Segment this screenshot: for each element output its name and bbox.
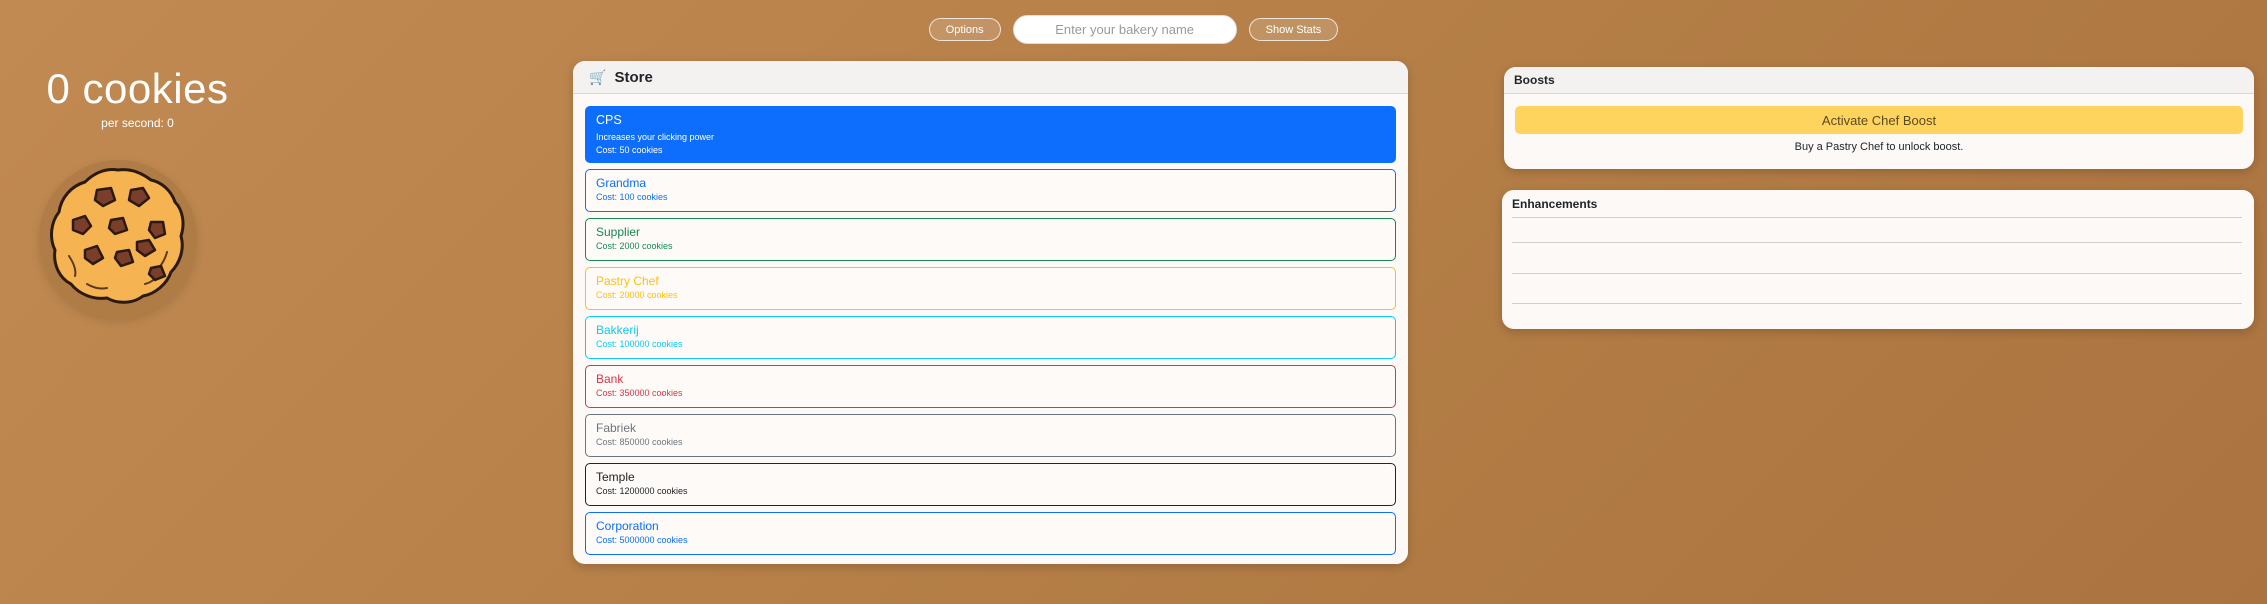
divider [1512, 242, 2242, 243]
boost-note: Buy a Pastry Chef to unlock boost. [1794, 141, 1964, 153]
store-item-cost: Cost: 50 cookies [596, 145, 663, 155]
store-item-name: Fabriek [596, 421, 637, 435]
store-header: 🛒 Store [573, 61, 1408, 94]
top-toolbar: Options Show Stats [0, 15, 2267, 44]
cookie-icon [50, 168, 185, 304]
store-item-name: Supplier [596, 225, 641, 239]
store-item-cost: Cost: 850000 cookies [596, 437, 683, 447]
store-item-bakkerij[interactable]: Bakkerij Cost: 100000 cookies [585, 316, 1396, 359]
store-item-bank[interactable]: Bank Cost: 350000 cookies [585, 365, 1396, 408]
divider [1512, 303, 2242, 304]
enhancements-panel: Enhancements [1502, 190, 2254, 329]
store-items: CPS Increases your clicking power Cost: … [573, 94, 1408, 555]
store-item-cost: Cost: 100000 cookies [596, 339, 683, 349]
store-panel: 🛒 Store CPS Increases your clicking powe… [573, 61, 1408, 564]
store-item-supplier[interactable]: Supplier Cost: 2000 cookies [585, 218, 1396, 261]
store-title: Store [614, 68, 653, 86]
store-item-name: Pastry Chef [596, 274, 659, 288]
store-item-cost: Cost: 5000000 cookies [596, 535, 688, 545]
store-item-desc: Increases your clicking power [596, 132, 715, 142]
store-item-cps[interactable]: CPS Increases your clicking power Cost: … [585, 106, 1396, 163]
store-item-cost: Cost: 1200000 cookies [596, 486, 688, 496]
store-item-pastry-chef[interactable]: Pastry Chef Cost: 20000 cookies [585, 267, 1396, 310]
store-item-cost: Cost: 100 cookies [596, 192, 668, 202]
options-button[interactable]: Options [928, 18, 1001, 41]
bakery-name-input[interactable] [1012, 15, 1237, 44]
boosts-title: Boosts [1504, 67, 2254, 94]
enhancements-title: Enhancements [1502, 190, 2254, 217]
boosts-panel: Boosts Activate Chef Boost Buy a Pastry … [1504, 67, 2254, 169]
divider [1512, 217, 2242, 218]
big-cookie[interactable] [39, 160, 197, 318]
store-item-name: Corporation [596, 519, 659, 533]
cookie-count: 0 cookies [46, 65, 229, 112]
store-item-name: Bakkerij [596, 323, 639, 337]
store-item-name: Temple [596, 470, 635, 484]
activate-chef-boost-button[interactable]: Activate Chef Boost [1515, 106, 2243, 134]
cart-icon: 🛒 [589, 68, 607, 85]
store-item-name: Grandma [596, 176, 647, 190]
store-item-cost: Cost: 350000 cookies [596, 388, 683, 398]
cookie-counter: 0 cookies per second: 0 [0, 60, 275, 131]
store-item-grandma[interactable]: Grandma Cost: 100 cookies [585, 169, 1396, 212]
store-item-name: Bank [596, 372, 624, 386]
store-item-cost: Cost: 2000 cookies [596, 241, 673, 251]
store-item-fabriek[interactable]: Fabriek Cost: 850000 cookies [585, 414, 1396, 457]
store-item-corporation[interactable]: Corporation Cost: 5000000 cookies [585, 512, 1396, 555]
store-item-cost: Cost: 20000 cookies [596, 290, 678, 300]
divider [1512, 273, 2242, 274]
per-second-rate: per second: 0 [101, 116, 174, 130]
store-item-temple[interactable]: Temple Cost: 1200000 cookies [585, 463, 1396, 506]
show-stats-button[interactable]: Show Stats [1248, 18, 1339, 41]
store-item-name: CPS [596, 113, 622, 127]
